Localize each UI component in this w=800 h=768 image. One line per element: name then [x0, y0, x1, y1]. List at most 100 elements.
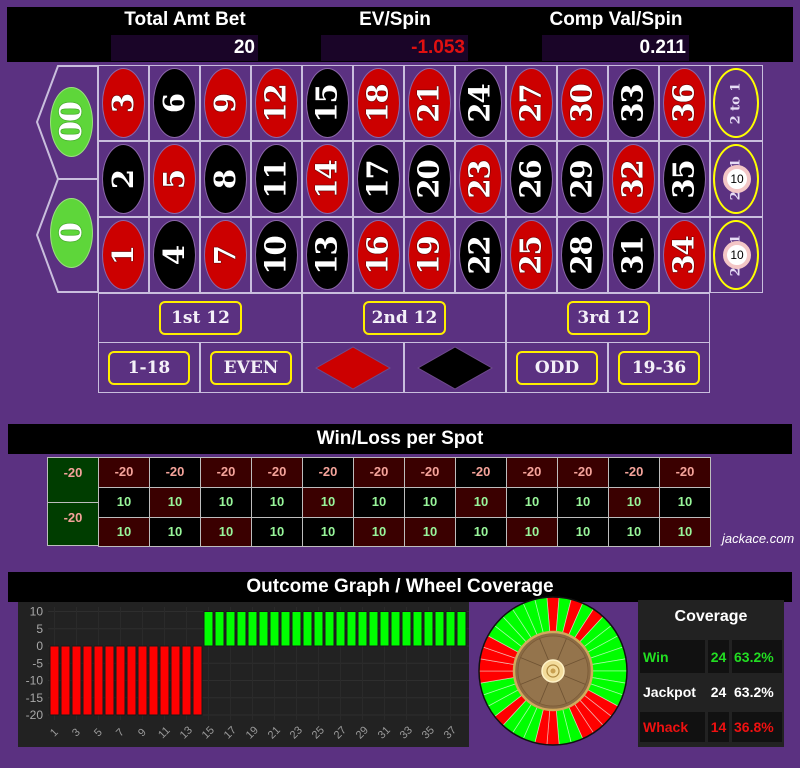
number-cell-13[interactable]: 13	[302, 217, 353, 293]
number-label: 2	[106, 169, 140, 189]
coverage-title: Coverage	[674, 608, 748, 625]
number-cell-11[interactable]: 11	[251, 141, 302, 217]
outside-bet-19-36[interactable]: 19-36	[608, 342, 710, 393]
number-cell-9[interactable]: 9	[200, 65, 251, 141]
x-tick-label: 27	[332, 724, 349, 741]
number-cell-27[interactable]: 27	[506, 65, 557, 141]
winloss-title: Win/Loss per Spot	[8, 424, 792, 454]
number-cell-5[interactable]: 5	[149, 141, 200, 217]
number-cell-29[interactable]: 29	[557, 141, 608, 217]
number-cell-31[interactable]: 31	[608, 217, 659, 293]
bar-outcome-28	[346, 611, 357, 647]
winloss-cell-21: -20	[404, 457, 456, 488]
black-number-oval: 22	[459, 220, 502, 290]
coverage-pct: 36.8%	[732, 712, 782, 742]
outside-bet-odd[interactable]: ODD	[506, 342, 608, 393]
y-tick-label: 5	[36, 622, 43, 636]
number-cell-34[interactable]: 34	[659, 217, 710, 293]
bet-chip[interactable]: 10	[723, 241, 751, 269]
number-cell-20[interactable]: 20	[404, 141, 455, 217]
outside-bet-even[interactable]: EVEN	[200, 342, 302, 393]
bar-outcome-6	[104, 645, 115, 716]
watermark-link[interactable]: jackace.com	[722, 531, 794, 546]
number-cell-30[interactable]: 30	[557, 65, 608, 141]
bar-outcome-35	[423, 611, 434, 647]
red-diamond-icon	[314, 346, 392, 390]
number-label: 10	[258, 235, 293, 275]
column-bet-bottom[interactable]: 2 to 110	[710, 217, 763, 293]
bar-outcome-12	[170, 645, 181, 716]
number-cell-12[interactable]: 12	[251, 65, 302, 141]
black-number-oval: 4	[153, 220, 196, 290]
single-zero-oval[interactable]: 0	[50, 198, 93, 268]
column-bet-oval: 2 to 1	[713, 68, 759, 138]
red-number-oval: 34	[663, 220, 706, 290]
coverage-row-whack: Whack 14 36.8%	[638, 712, 784, 742]
number-label: 30	[564, 83, 599, 123]
dozen-bet-3[interactable]: 3rd 12	[506, 293, 710, 343]
number-label: 26	[513, 159, 548, 199]
dozen-bet-label: 3rd 12	[567, 301, 650, 335]
number-cell-28[interactable]: 28	[557, 217, 608, 293]
number-cell-15[interactable]: 15	[302, 65, 353, 141]
number-cell-32[interactable]: 32	[608, 141, 659, 217]
bar-outcome-32	[390, 611, 401, 647]
bar-outcome-2	[60, 645, 71, 716]
dozen-bet-1[interactable]: 1st 12	[98, 293, 302, 343]
number-cell-22[interactable]: 22	[455, 217, 506, 293]
number-cell-8[interactable]: 8	[200, 141, 251, 217]
bar-outcome-38	[456, 611, 467, 647]
number-cell-35[interactable]: 35	[659, 141, 710, 217]
number-cell-16[interactable]: 16	[353, 217, 404, 293]
winloss-cell-15: -20	[302, 457, 354, 488]
outside-bet-1-18[interactable]: 1-18	[98, 342, 200, 393]
number-cell-17[interactable]: 17	[353, 141, 404, 217]
double-zero-label: 00	[53, 102, 89, 142]
outside-bet-black[interactable]	[404, 342, 506, 393]
coverage-count: 24	[710, 684, 727, 700]
dozen-bet-2[interactable]: 2nd 12	[302, 293, 506, 343]
bet-chip[interactable]: 10	[723, 165, 751, 193]
number-cell-4[interactable]: 4	[149, 217, 200, 293]
coverage-count: 14	[708, 712, 729, 742]
column-bet-top[interactable]: 2 to 1	[710, 65, 763, 141]
red-number-oval: 1	[102, 220, 145, 290]
number-cell-25[interactable]: 25	[506, 217, 557, 293]
winloss-cell-9: -20	[200, 457, 252, 488]
number-cell-6[interactable]: 6	[149, 65, 200, 141]
bar-outcome-21	[269, 611, 280, 647]
number-cell-33[interactable]: 33	[608, 65, 659, 141]
number-cell-2[interactable]: 2	[98, 141, 149, 217]
x-tick-label: 23	[288, 724, 305, 741]
bar-outcome-33	[401, 611, 412, 647]
number-label: 4	[157, 245, 191, 265]
number-cell-3[interactable]: 3	[98, 65, 149, 141]
number-cell-1[interactable]: 1	[98, 217, 149, 293]
bar-outcome-10	[148, 645, 159, 716]
number-label: 29	[564, 159, 599, 199]
x-tick-label: 19	[244, 724, 261, 741]
winloss-cell-26: 10	[506, 487, 558, 518]
winloss-cell-27: -20	[506, 457, 558, 488]
number-label: 14	[309, 159, 344, 199]
number-cell-21[interactable]: 21	[404, 65, 455, 141]
number-cell-14[interactable]: 14	[302, 141, 353, 217]
double-zero-oval[interactable]: 00	[50, 87, 93, 157]
number-label: 6	[157, 93, 191, 113]
number-cell-10[interactable]: 10	[251, 217, 302, 293]
number-cell-24[interactable]: 24	[455, 65, 506, 141]
x-tick-label: 9	[136, 726, 149, 739]
red-number-oval: 36	[663, 68, 706, 138]
number-label: 15	[309, 83, 344, 123]
column-bet-middle[interactable]: 2 to 110	[710, 141, 763, 217]
number-cell-19[interactable]: 19	[404, 217, 455, 293]
number-cell-23[interactable]: 23	[455, 141, 506, 217]
number-cell-18[interactable]: 18	[353, 65, 404, 141]
number-label: 18	[360, 83, 395, 123]
number-cell-7[interactable]: 7	[200, 217, 251, 293]
black-number-oval: 33	[612, 68, 655, 138]
outside-bet-red[interactable]	[302, 342, 404, 393]
red-number-oval: 19	[408, 220, 451, 290]
number-cell-26[interactable]: 26	[506, 141, 557, 217]
number-cell-36[interactable]: 36	[659, 65, 710, 141]
